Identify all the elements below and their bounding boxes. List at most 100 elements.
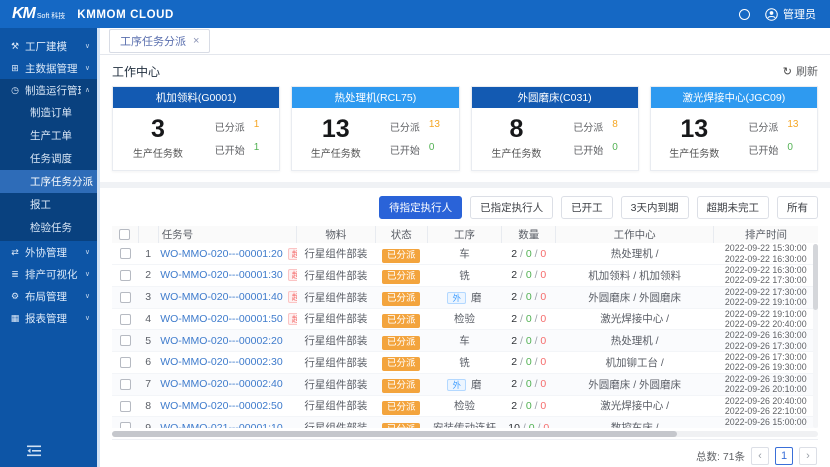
- current-page-button[interactable]: 1: [775, 447, 793, 465]
- filter-button[interactable]: 3天内到期: [621, 196, 689, 219]
- schedule-visualization-icon: ≣: [9, 269, 21, 280]
- overdue-badge: 超期: [288, 269, 297, 281]
- select-all-checkbox[interactable]: [119, 229, 130, 240]
- filter-button[interactable]: 所有: [777, 196, 818, 219]
- sidebar-item-schedule-visualization[interactable]: ≣排产可视化∨: [0, 263, 97, 285]
- row-index: 9: [138, 417, 158, 428]
- task-no-link[interactable]: WO-MMO-020---00001:50: [160, 313, 283, 325]
- sidebar-item-master-data[interactable]: ⊞主数据管理∨: [0, 57, 97, 79]
- schedule-start-time: 2022-09-26 15:00:00: [716, 417, 817, 427]
- workcenter-card-title: 激光焊接中心(JGC09): [651, 87, 817, 108]
- workcenter-card[interactable]: 机加领料(G0001)3生产任务数已分派1已开始1: [112, 86, 280, 171]
- schedule-start-time: 2022-09-26 20:40:00: [716, 396, 817, 406]
- status-cell: 已分派: [375, 373, 427, 395]
- workcenter-cell: 激光焊接中心 /: [556, 308, 714, 330]
- sidebar-item-factory-modeling[interactable]: ⚒工厂建模∨: [0, 35, 97, 57]
- status-cell: 已分派: [375, 417, 427, 428]
- process-name: 磨: [471, 292, 482, 304]
- manufacturing-operation-icon: ◷: [9, 85, 21, 96]
- table-header-row: 任务号物料状态工序数量工作中心排产时间: [112, 226, 818, 243]
- row-checkbox[interactable]: [120, 270, 131, 281]
- schedule-end-time: 2022-09-26 22:10:00: [716, 406, 817, 416]
- filter-button[interactable]: 已指定执行人: [470, 196, 553, 219]
- process-name: 铣: [459, 357, 470, 369]
- collapse-sidebar-icon[interactable]: [27, 445, 41, 460]
- status-cell: 已分派: [375, 330, 427, 352]
- vertical-scrollbar[interactable]: [813, 244, 818, 428]
- next-page-button[interactable]: ›: [799, 447, 817, 465]
- process-cell: 外磨: [427, 286, 501, 308]
- chevron-down-icon: ∨: [85, 64, 90, 72]
- horizontal-scrollbar[interactable]: [112, 431, 818, 437]
- sidebar-subitem[interactable]: 检验任务: [0, 216, 97, 239]
- quantity-cell: 2 / 0 / 0: [502, 352, 556, 374]
- factory-modeling-icon: ⚒: [9, 41, 21, 52]
- sidebar-subitem[interactable]: 报工: [0, 193, 97, 216]
- close-icon[interactable]: ×: [193, 35, 199, 47]
- schedule-end-time: 2022-09-22 20:40:00: [716, 319, 817, 329]
- table-row: 6WO-MMO-020---00002:30行星组件部装已分派铣2 / 0 / …: [112, 352, 818, 374]
- sidebar-item-outsourcing[interactable]: ⇄外协管理∨: [0, 241, 97, 263]
- overdue-badge: 超期: [288, 291, 297, 303]
- row-select-cell: [112, 395, 138, 417]
- task-no-link[interactable]: WO-MMO-020---00002:20: [160, 335, 283, 347]
- sidebar-subitem[interactable]: 工序任务分派: [0, 170, 97, 193]
- logo-soft: Soft 科技: [37, 11, 65, 21]
- quantity-cell: 2 / 0 / 0: [502, 395, 556, 417]
- task-no-link[interactable]: WO-MMO-020---00002:40: [160, 378, 283, 390]
- refresh-button[interactable]: ↻ 刷新: [783, 63, 818, 79]
- task-table: 任务号物料状态工序数量工作中心排产时间 1WO-MMO-020---00001:…: [112, 226, 818, 428]
- started-label: 已开始: [390, 142, 420, 157]
- filter-button[interactable]: 待指定执行人: [379, 196, 462, 219]
- row-checkbox[interactable]: [120, 422, 131, 428]
- filter-button[interactable]: 超期未完工: [697, 196, 770, 219]
- sidebar-item-report[interactable]: ▦报表管理∨: [0, 307, 97, 329]
- sidebar-item-manufacturing-operation[interactable]: ◷制造运行管理∧: [0, 79, 97, 101]
- sidebar-subitem[interactable]: 任务调度: [0, 147, 97, 170]
- table-row: 2WO-MMO-020---00001:30超期行星组件部装已分派铣2 / 0 …: [112, 265, 818, 287]
- row-checkbox[interactable]: [120, 401, 131, 412]
- task-count-label: 生产任务数: [311, 145, 361, 160]
- task-no-link[interactable]: WO-MMO-020---00001:20: [160, 248, 283, 260]
- task-no-link[interactable]: WO-MMO-020---00001:40: [160, 291, 283, 303]
- qty-finished: 0: [540, 291, 546, 303]
- prev-page-button[interactable]: ‹: [751, 447, 769, 465]
- status-badge: 已分派: [382, 423, 421, 428]
- material-cell: 行星组件部装: [297, 265, 375, 287]
- workcenter-card[interactable]: 激光焊接中心(JGC09)13生产任务数已分派13已开始0: [650, 86, 818, 171]
- started-value: 0: [612, 142, 618, 157]
- row-checkbox[interactable]: [120, 335, 131, 346]
- started-label: 已开始: [215, 142, 245, 157]
- user-menu[interactable]: 管理员: [765, 6, 816, 22]
- task-no-link[interactable]: WO-MMO-020---00001:30: [160, 269, 283, 281]
- filter-button[interactable]: 已开工: [561, 196, 613, 219]
- material-cell: 行星组件部装: [297, 373, 375, 395]
- fullscreen-icon[interactable]: [739, 9, 750, 20]
- workcenter-card[interactable]: 外圆磨床(C031)8生产任务数已分派8已开始0: [471, 86, 639, 171]
- task-no-link[interactable]: WO-MMO-021---00001:10: [160, 422, 283, 428]
- table-scroll-area: 任务号物料状态工序数量工作中心排产时间 1WO-MMO-020---00001:…: [112, 226, 818, 428]
- row-checkbox[interactable]: [120, 379, 131, 390]
- tab-process-task-dispatch[interactable]: 工序任务分派 ×: [109, 29, 210, 53]
- sidebar-subitem[interactable]: 制造订单: [0, 101, 97, 124]
- vertical-scrollbar-thumb[interactable]: [813, 244, 818, 310]
- task-no-cell: WO-MMO-020---00001:40 超期: [158, 286, 297, 308]
- started-stat: 已开始0: [748, 142, 798, 157]
- qty-finished: 0: [540, 356, 546, 368]
- material-cell: 行星组件部装: [297, 352, 375, 374]
- sidebar-subitem[interactable]: 生产工单: [0, 124, 97, 147]
- assigned-label: 已分派: [215, 119, 245, 134]
- horizontal-scrollbar-thumb[interactable]: [112, 431, 677, 437]
- schedule-time-cell: 2022-09-26 17:30:002022-09-26 19:30:00: [714, 352, 819, 374]
- row-checkbox[interactable]: [120, 357, 131, 368]
- workcenter-cell: 热处理机 /: [556, 243, 714, 264]
- schedule-time-cell: 2022-09-26 20:40:002022-09-26 22:10:00: [714, 395, 819, 417]
- row-checkbox[interactable]: [120, 314, 131, 325]
- row-checkbox[interactable]: [120, 292, 131, 303]
- task-no-link[interactable]: WO-MMO-020---00002:50: [160, 400, 283, 412]
- workcenter-card[interactable]: 热处理机(RCL75)13生产任务数已分派13已开始0: [291, 86, 459, 171]
- task-no-link[interactable]: WO-MMO-020---00002:30: [160, 356, 283, 368]
- row-checkbox[interactable]: [120, 248, 131, 259]
- sidebar-item-layout[interactable]: ⚙布局管理∨: [0, 285, 97, 307]
- task-count-label: 生产任务数: [133, 145, 183, 160]
